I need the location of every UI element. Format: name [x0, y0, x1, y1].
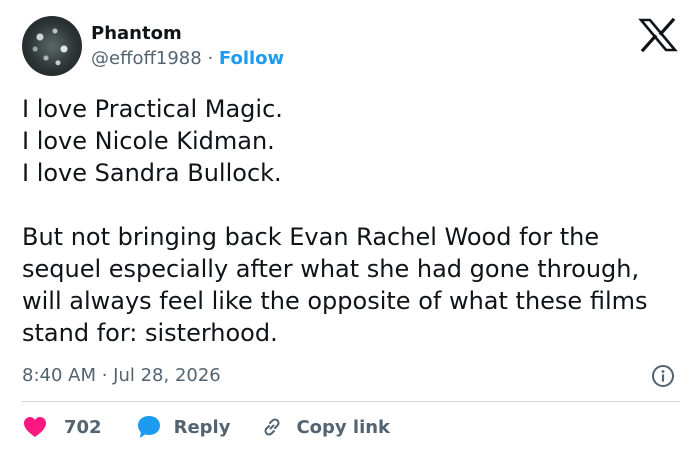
author-name[interactable]: Phantom	[91, 22, 182, 46]
reply-label: Reply	[173, 416, 231, 438]
author-handle[interactable]: @effoff1988	[91, 48, 202, 69]
divider	[22, 401, 680, 402]
info-icon[interactable]	[651, 364, 675, 388]
link-icon	[264, 418, 280, 436]
follow-button[interactable]: Follow	[219, 48, 284, 69]
handle-separator: ·	[207, 48, 214, 69]
tweet-timestamp[interactable]: 8:40 AM · Jul 28, 2026	[22, 364, 221, 388]
heart-icon	[24, 417, 46, 437]
x-logo-icon[interactable]	[638, 18, 678, 52]
like-count: 702	[64, 416, 102, 438]
tweet-actions: 702 Reply Copy link	[22, 413, 390, 441]
reply-button[interactable]: Reply	[136, 414, 231, 440]
copy-link-button[interactable]: Copy link	[260, 415, 390, 439]
reply-bubble-icon	[137, 416, 160, 438]
author-handle-row: @effoff1988 · Follow	[91, 47, 284, 71]
like-button[interactable]: 702	[22, 415, 102, 439]
tweet-text: I love Practical Magic. I love Nicole Ki…	[22, 95, 648, 347]
copy-link-label: Copy link	[296, 416, 391, 438]
author-avatar[interactable]	[22, 16, 82, 76]
